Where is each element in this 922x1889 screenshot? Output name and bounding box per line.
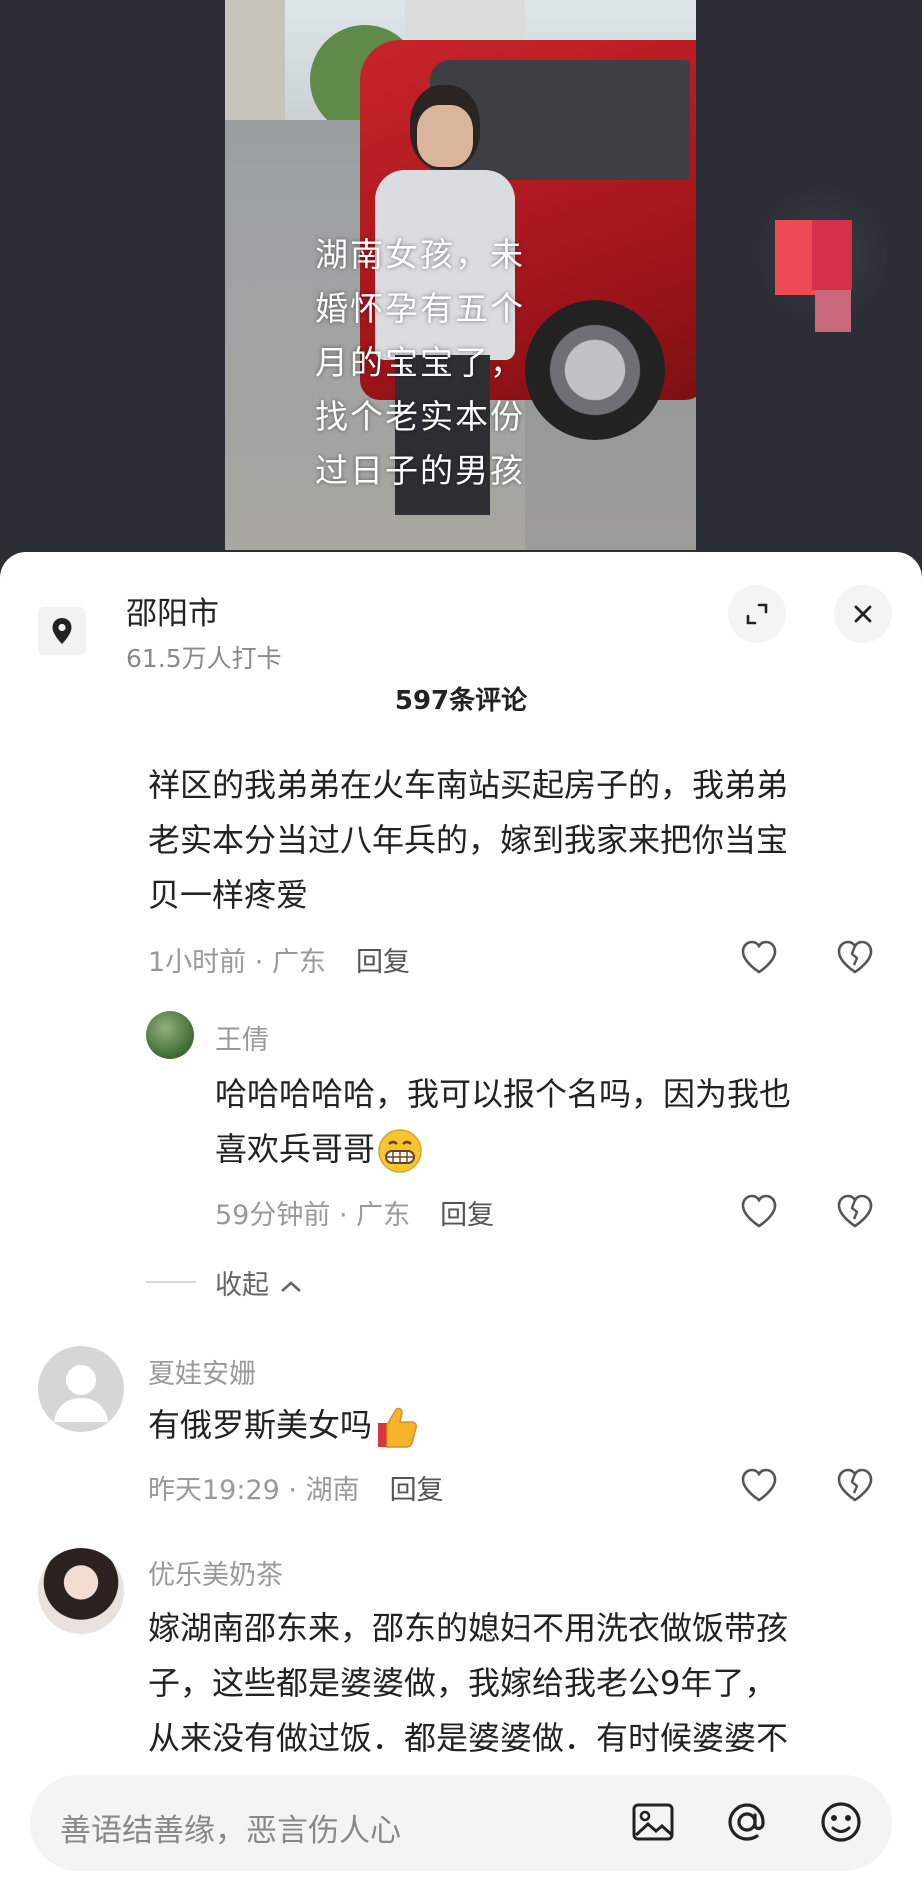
comment-region: 广东: [356, 1200, 411, 1231]
comment-text: 嫁湖南邵东来，邵东的媳妇不用洗衣做饭带孩 子，这些都是婆婆做，我嫁给我老公9年了…: [148, 1601, 788, 1766]
comment-line: 子，这些都是婆婆做，我嫁给我老公9年了，: [148, 1664, 777, 1702]
comment-line: 有俄罗斯美女吗: [148, 1406, 373, 1444]
comment-line: 从来没有做过饭．都是婆婆做．有时候婆婆不: [148, 1719, 789, 1757]
comment-meta: 1小时前 · 广东 回复: [148, 947, 410, 978]
comment-time: 昨天19:29: [148, 1475, 280, 1506]
heart-icon[interactable]: [739, 938, 779, 976]
emoji-icon[interactable]: [816, 1797, 866, 1847]
comment-text: 哈哈哈哈哈，我可以报个名吗，因为我也 喜欢兵哥哥: [215, 1067, 791, 1177]
broken-heart-icon[interactable]: [835, 1466, 875, 1504]
reply-button[interactable]: 回复: [356, 947, 410, 978]
thumbs-up-emoji-icon: [378, 1407, 418, 1448]
expand-button[interactable]: [728, 585, 786, 643]
comment-region: 广东: [271, 947, 326, 978]
video-person-face: [417, 105, 473, 167]
comment-line: 祥区的我弟弟在火车南站买起房子的，我弟弟: [148, 766, 789, 804]
comment-line: 喜欢兵哥哥: [215, 1130, 376, 1168]
expand-icon: [746, 603, 768, 625]
comment-time: 1小时前: [148, 947, 247, 978]
comment-text: 祥区的我弟弟在火车南站买起房子的，我弟弟 老实本分当过八年兵的，嫁到我家来把你当…: [148, 758, 788, 923]
comment-username[interactable]: 优乐美奶茶: [148, 1553, 283, 1592]
comment-line: 老实本分当过八年兵的，嫁到我家来把你当宝: [148, 821, 789, 859]
comment-username[interactable]: 夏娃安姗: [148, 1352, 256, 1391]
side-thumbnail: [812, 220, 852, 290]
reply-button[interactable]: 回复: [440, 1200, 494, 1231]
comment-meta: 昨天19:29 · 湖南 回复: [148, 1475, 444, 1506]
comment-region: 湖南: [305, 1475, 360, 1506]
avatar[interactable]: [146, 1011, 194, 1059]
location-name[interactable]: 邵阳市: [126, 588, 219, 633]
at-icon[interactable]: [722, 1797, 772, 1847]
image-icon[interactable]: [628, 1797, 678, 1847]
default-avatar-icon: [54, 1365, 108, 1422]
heart-icon[interactable]: [739, 1192, 779, 1230]
close-button[interactable]: [834, 585, 892, 643]
collapse-replies-button[interactable]: 收起: [215, 1263, 304, 1302]
comment-input-bar[interactable]: 善语结善缘，恶言伤人心: [30, 1775, 892, 1871]
heart-icon[interactable]: [739, 1466, 779, 1504]
comment-line: 嫁湖南邵东来，邵东的媳妇不用洗衣做饭带孩: [148, 1609, 789, 1647]
close-icon: [854, 605, 872, 623]
collapse-divider: [146, 1281, 196, 1283]
location-pin-icon[interactable]: [38, 607, 86, 655]
video-caption: 湖南女孩，未 婚怀孕有五个 月的宝宝了， 找个老实本份 过日子的男孩: [315, 235, 525, 490]
comment-line: 贝一样疼爱: [148, 876, 309, 914]
broken-heart-icon[interactable]: [835, 938, 875, 976]
comment-meta: 59分钟前 · 广东 回复: [215, 1200, 495, 1231]
location-checkins: 61.5万人打卡: [126, 644, 282, 673]
comment-count: 597条评论: [394, 686, 528, 716]
grinning-emoji-icon: [378, 1129, 422, 1173]
comment-username[interactable]: 王倩: [215, 1018, 269, 1057]
comment-line-with-emoji: 喜欢兵哥哥: [215, 1122, 791, 1177]
comment-text: 有俄罗斯美女吗: [148, 1398, 422, 1453]
avatar[interactable]: [38, 1346, 124, 1432]
side-thumbnail: [815, 290, 851, 332]
collapse-label: 收起: [215, 1270, 269, 1301]
comment-line: 哈哈哈哈哈，我可以报个名吗，因为我也: [215, 1075, 792, 1113]
comment-input[interactable]: 善语结善缘，恶言伤人心: [60, 1805, 401, 1850]
avatar[interactable]: [38, 1548, 124, 1634]
broken-heart-icon[interactable]: [835, 1192, 875, 1230]
video-building: [225, 0, 285, 140]
comment-time: 59分钟前: [215, 1200, 331, 1231]
chevron-up-icon: [280, 1280, 301, 1292]
video-player[interactable]: 湖南女孩，未 婚怀孕有五个 月的宝宝了， 找个老实本份 过日子的男孩: [225, 0, 696, 550]
reply-button[interactable]: 回复: [390, 1475, 444, 1506]
